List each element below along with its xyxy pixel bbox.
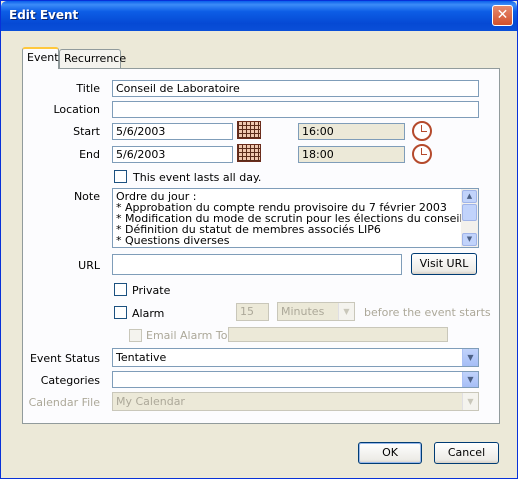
end-date-input[interactable]: 5/6/2003: [112, 146, 233, 163]
ok-button[interactable]: OK: [358, 442, 422, 464]
private-checkbox[interactable]: [114, 283, 127, 296]
email-alarm-label: Email Alarm To: [146, 329, 228, 342]
email-alarm-checkbox: [129, 329, 142, 342]
alarm-label: Alarm: [132, 307, 165, 320]
event-status-select[interactable]: Tentative ▼: [112, 348, 479, 367]
categories-label: Categories: [40, 374, 100, 387]
title-input[interactable]: Conseil de Laboratoire: [112, 80, 479, 97]
location-label: Location: [53, 103, 100, 116]
edit-event-dialog: Edit Event ✕ Event Recurrence Title Cons…: [0, 0, 518, 479]
start-calendar-icon[interactable]: [237, 121, 261, 139]
all-day-label: This event lasts all day.: [133, 171, 262, 184]
chevron-down-icon: ▼: [338, 303, 354, 320]
title-label: Title: [76, 82, 100, 95]
note-textarea[interactable]: Ordre du jour : * Approbation du compte …: [112, 188, 479, 248]
all-day-checkbox[interactable]: [114, 170, 127, 183]
alarm-checkbox[interactable]: [114, 306, 127, 319]
categories-select[interactable]: ▼: [112, 371, 479, 388]
event-status-value: Tentative: [116, 351, 167, 364]
scroll-down-arrow-icon[interactable]: ▼: [462, 233, 477, 246]
note-scrollbar[interactable]: ▲ ▼: [461, 189, 478, 247]
cancel-button[interactable]: Cancel: [434, 442, 499, 464]
tab-event-label: Event: [27, 51, 59, 64]
tab-recurrence-label: Recurrence: [64, 52, 127, 65]
email-alarm-input: [228, 327, 448, 342]
url-input[interactable]: [112, 254, 402, 275]
end-label: End: [79, 148, 100, 161]
end-clock-icon[interactable]: [412, 144, 432, 164]
window-title: Edit Event: [9, 8, 79, 22]
location-input[interactable]: [112, 101, 479, 118]
scroll-thumb[interactable]: [462, 204, 477, 221]
start-time-input[interactable]: 16:00: [298, 123, 405, 140]
alarm-unit-value: Minutes: [281, 305, 325, 318]
start-clock-icon[interactable]: [412, 121, 432, 141]
url-label: URL: [78, 259, 100, 272]
scroll-up-arrow-icon[interactable]: ▲: [462, 190, 477, 203]
chevron-down-icon[interactable]: ▼: [462, 372, 478, 387]
chevron-down-icon: ▼: [462, 393, 478, 410]
tab-event[interactable]: Event: [22, 47, 59, 69]
calendar-file-label: Calendar File: [28, 396, 100, 409]
calendar-file-select: My Calendar ▼: [112, 392, 479, 411]
alarm-unit-select: Minutes ▼: [277, 302, 355, 321]
private-label: Private: [132, 284, 171, 297]
calendar-file-value: My Calendar: [116, 395, 185, 408]
note-label: Note: [73, 190, 100, 203]
event-status-label: Event Status: [29, 352, 100, 365]
alarm-suffix-label: before the event starts: [364, 306, 491, 319]
title-bar[interactable]: Edit Event ✕: [1, 1, 517, 31]
start-label: Start: [73, 125, 100, 138]
close-button[interactable]: ✕: [492, 5, 513, 26]
chevron-down-icon[interactable]: ▼: [462, 349, 478, 366]
close-icon: ✕: [496, 7, 509, 23]
note-line: * Questions diverses: [116, 234, 230, 247]
tab-recurrence[interactable]: Recurrence: [59, 49, 126, 68]
alarm-amount-input: 15: [236, 303, 269, 321]
end-time-input[interactable]: 18:00: [298, 146, 405, 163]
visit-url-button[interactable]: Visit URL: [411, 253, 477, 275]
end-calendar-icon[interactable]: [237, 144, 261, 162]
start-date-input[interactable]: 5/6/2003: [112, 123, 233, 140]
